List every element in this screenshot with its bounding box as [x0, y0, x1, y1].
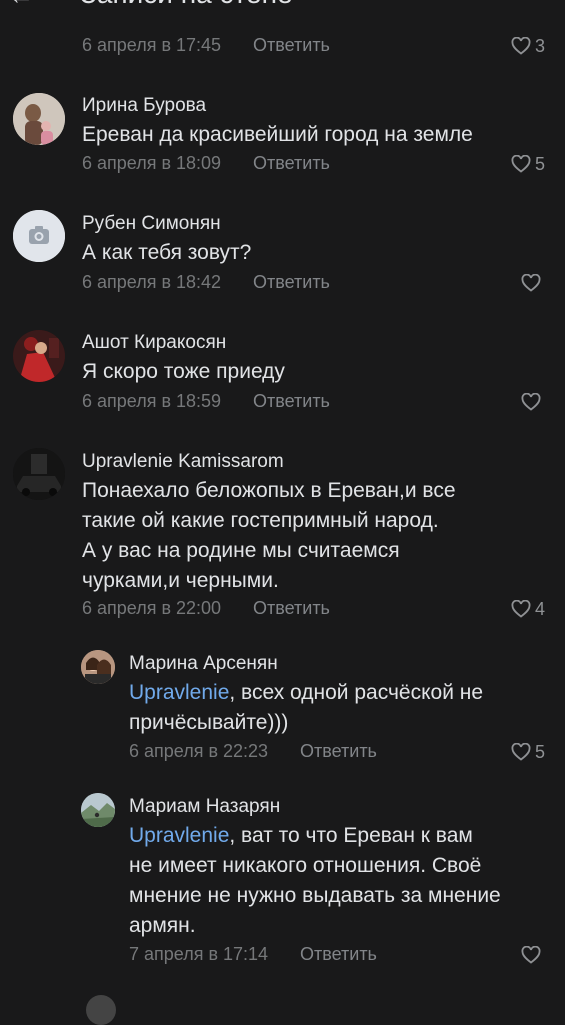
like-button[interactable] [521, 391, 545, 413]
comment-text: Понаехало беложопых в Ереван,и все такие… [82, 476, 552, 596]
reply-button[interactable]: Ответить [253, 35, 330, 56]
header: ← Записи на стене [0, 0, 565, 8]
comment-text: Upravlenie, всех одной расчёской не прич… [129, 678, 559, 738]
like-button[interactable]: 3 [511, 35, 545, 57]
comment-date: 6 апреля в 22:23 [129, 741, 269, 761]
like-count: 3 [534, 35, 545, 56]
like-button[interactable] [521, 272, 545, 294]
comment-text: Upravlenie, ват то что Ереван к вам не и… [129, 821, 559, 941]
comment-author[interactable]: Марина Арсенян [129, 653, 278, 675]
comment-meta: 6 апреля в 22:00 Ответить [82, 598, 382, 620]
comment-text: Я скоро тоже приеду [82, 360, 285, 383]
reply-button[interactable]: Ответить [300, 944, 377, 965]
comment-date: 6 апреля в 18:09 [82, 153, 222, 173]
comment-text-fragment: , ват то что Ереван к вам [229, 824, 473, 847]
reply-button[interactable]: Ответить [253, 391, 330, 412]
red-photo-icon [13, 330, 65, 382]
heart-icon [511, 600, 531, 618]
two-women-photo-icon [81, 650, 115, 684]
comment-date: 6 апреля в 22:00 [82, 598, 222, 618]
comment-text-fragment: , всех одной расчёской не [229, 681, 484, 704]
comment-meta: 6 апреля в 22:23 Ответить [129, 741, 429, 763]
like-count: 5 [534, 741, 545, 762]
person-photo-icon [13, 93, 65, 145]
reply-button[interactable]: Ответить [253, 272, 330, 293]
comment-text-line: Upravlenie, всех одной расчёской не [129, 678, 559, 708]
like-button[interactable] [521, 944, 545, 966]
comment-meta: 6 апреля в 17:45 Ответить [82, 35, 382, 57]
comment-text-line: чурками,и черными. [82, 569, 279, 592]
comment-text-line: причёсывайте))) [129, 711, 289, 734]
comment-author[interactable]: Мариам Назарян [129, 796, 280, 818]
page-title: Записи на стене [80, 0, 293, 8]
comment-date: 6 апреля в 18:59 [82, 391, 222, 411]
back-arrow-icon[interactable]: ← [8, 0, 34, 8]
heart-icon [521, 274, 541, 292]
avatar[interactable] [81, 650, 115, 684]
comment-meta: 6 апреля в 18:42 Ответить [82, 272, 382, 294]
mention-link[interactable]: Upravlenie [129, 681, 229, 704]
comment-text-line: А у вас на родине мы считаемся [82, 539, 400, 562]
heart-icon [521, 946, 541, 964]
car-photo-icon [13, 448, 65, 500]
avatar[interactable] [13, 330, 65, 382]
comment-text-line: такие ой какие гостепримный народ. [82, 509, 439, 532]
comment-meta: 6 апреля в 18:59 Ответить [82, 391, 382, 413]
comment-text: Ереван да красивейший город на земле [82, 123, 473, 146]
comment-author[interactable]: Рубен Симонян [82, 213, 221, 235]
avatar[interactable] [13, 210, 65, 262]
like-button[interactable]: 5 [511, 153, 545, 175]
heart-icon [511, 155, 531, 173]
comment-meta: 6 апреля в 18:09 Ответить [82, 153, 382, 175]
comment-author[interactable]: Ашот Киракосян [82, 332, 226, 354]
heart-icon [511, 37, 531, 55]
comment-author[interactable]: Upravlenie Kamissarom [82, 451, 284, 473]
comment-text: А как тебя зовут? [82, 241, 252, 264]
reply-button[interactable]: Ответить [253, 598, 330, 619]
like-button[interactable]: 4 [511, 598, 545, 620]
comment-date: 6 апреля в 17:45 [82, 35, 222, 55]
landscape-photo-icon [81, 793, 115, 827]
mention-link[interactable]: Upravlenie [129, 824, 229, 847]
avatar[interactable] [81, 793, 115, 827]
comment-text-line: Upravlenie, ват то что Ереван к вам [129, 821, 559, 851]
avatar[interactable] [86, 995, 116, 1025]
comment-date: 6 апреля в 18:42 [82, 272, 222, 292]
comment-meta: 7 апреля в 17:14 Ответить [129, 944, 429, 966]
reply-button[interactable]: Ответить [253, 153, 330, 174]
heart-icon [521, 393, 541, 411]
comment-text-line: не имеет никакого отношения. Своё [129, 854, 482, 877]
reply-button[interactable]: Ответить [300, 741, 377, 762]
heart-icon [511, 743, 531, 761]
like-button[interactable]: 5 [511, 741, 545, 763]
avatar[interactable] [13, 448, 65, 500]
camera-icon [13, 210, 65, 262]
comment-text-line: мнение не нужно выдавать за мнение [129, 884, 501, 907]
like-count: 5 [534, 153, 545, 174]
comment-author[interactable]: Ирина Бурова [82, 95, 206, 117]
comment-text-line: Понаехало беложопых в Ереван,и все [82, 479, 456, 502]
comment-text-line: армян. [129, 914, 196, 937]
like-count: 4 [534, 598, 545, 619]
avatar[interactable] [13, 93, 65, 145]
comment-date: 7 апреля в 17:14 [129, 944, 269, 964]
